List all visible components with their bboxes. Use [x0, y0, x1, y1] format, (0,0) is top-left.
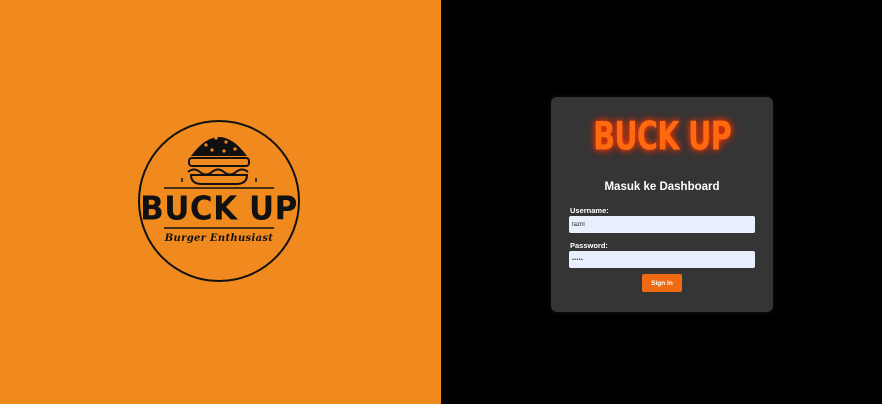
- page-title: Masuk ke Dashboard: [604, 181, 720, 193]
- password-field[interactable]: [569, 251, 755, 268]
- logo-brand-text: BUCK UP: [140, 190, 298, 228]
- login-card: BUCK UP Masuk ke Dashboard Username: Pas…: [551, 97, 773, 312]
- username-field[interactable]: [569, 216, 755, 233]
- password-label: Password:: [570, 241, 608, 250]
- logo-tagline: Burger Enthusiast: [164, 233, 274, 244]
- brand-title: BUCK UP: [593, 114, 732, 160]
- sign-in-button[interactable]: Sign In: [642, 274, 682, 292]
- buckup-logo: BUCK UP Burger Enthusiast: [136, 118, 302, 284]
- left-panel: BUCK UP Burger Enthusiast: [0, 0, 441, 404]
- username-label: Username:: [570, 206, 609, 215]
